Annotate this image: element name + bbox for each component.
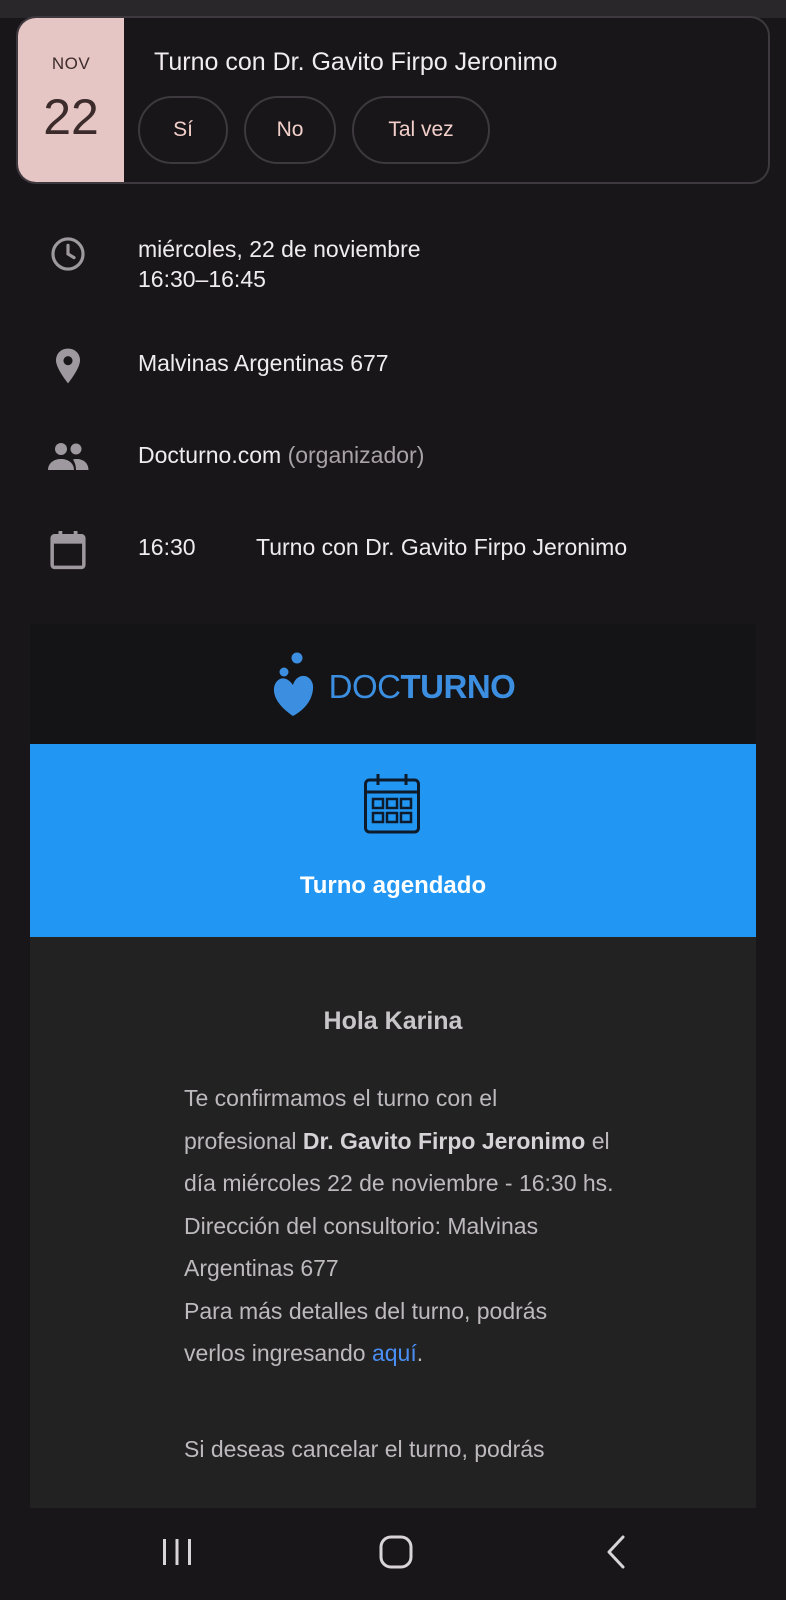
rsvp-yes-button[interactable]: Sí: [138, 96, 228, 164]
location-pin-icon: [46, 344, 90, 388]
banner-title: Turno agendado: [299, 872, 487, 899]
para-details: Para más detalles del turno, podrás verl…: [184, 1297, 548, 1367]
event-organizer-row: Docturno.com (organizador): [0, 432, 786, 482]
para-address: Dirección del consultorio: Malvinas Arge…: [184, 1212, 539, 1282]
organizer-name: Docturno.com: [138, 442, 282, 468]
greeting: Hola Karina: [323, 1007, 463, 1035]
cancel-paragraph: Si deseas cancelar el turno, podrás: [184, 1436, 545, 1462]
clock-icon: [46, 232, 90, 276]
email-message: Hola Karina Te confirmamos el turno con …: [30, 937, 756, 1508]
event-card: NOV 22 Turno con Dr. Gavito Firpo Jeroni…: [16, 16, 770, 184]
back-button[interactable]: [576, 1508, 656, 1600]
calendar-grid-icon: [363, 772, 421, 841]
event-time-row: miércoles, 22 de noviembre 16:30–16:45: [0, 226, 786, 296]
agenda-time: 16:30: [138, 534, 196, 560]
docturno-logo: DOCTURNO: [30, 652, 756, 722]
home-button[interactable]: [356, 1508, 436, 1600]
event-title: Turno con Dr. Gavito Firpo Jeronimo: [154, 48, 558, 76]
event-date-box: NOV 22: [18, 18, 124, 182]
event-month: NOV: [51, 54, 91, 73]
calendar-icon: [46, 528, 90, 572]
recents-icon: [160, 1537, 194, 1572]
logo-text-turno: TURNO: [400, 668, 516, 705]
home-icon: [378, 1534, 414, 1575]
organizer-role: (organizador): [287, 442, 425, 468]
navigation-bar: [0, 1508, 786, 1600]
event-location-row[interactable]: Malvinas Argentinas 677: [0, 340, 786, 390]
logo-text-doc: DOC: [328, 668, 401, 705]
details-link[interactable]: aquí: [372, 1340, 417, 1366]
agenda-title: Turno con Dr. Gavito Firpo Jeronimo: [256, 534, 628, 560]
recents-button[interactable]: [137, 1508, 217, 1600]
para-doctor: Dr. Gavito Firpo Jeronimo: [302, 1127, 586, 1154]
event-day: 22: [43, 89, 99, 145]
event-time-text: 16:30–16:45: [138, 266, 266, 292]
back-icon: [604, 1534, 628, 1575]
appointment-banner: Turno agendado: [30, 744, 756, 937]
email-body: DOCTURNO Turno agendado Hola Karina Te c…: [30, 624, 756, 1508]
event-location-text: Malvinas Argentinas 677: [138, 350, 389, 376]
rsvp-maybe-button[interactable]: Tal vez: [352, 96, 490, 164]
para-link-end: .: [416, 1340, 424, 1366]
agenda-row[interactable]: 16:30 Turno con Dr. Gavito Firpo Jeronim…: [0, 522, 786, 576]
event-date-text: miércoles, 22 de noviembre: [138, 236, 421, 262]
confirmation-paragraph: Te confirmamos el turno con el profesion…: [184, 1077, 614, 1375]
docturno-logo-icon: [271, 652, 315, 723]
people-icon: [46, 434, 90, 478]
rsvp-no-button[interactable]: No: [244, 96, 336, 164]
